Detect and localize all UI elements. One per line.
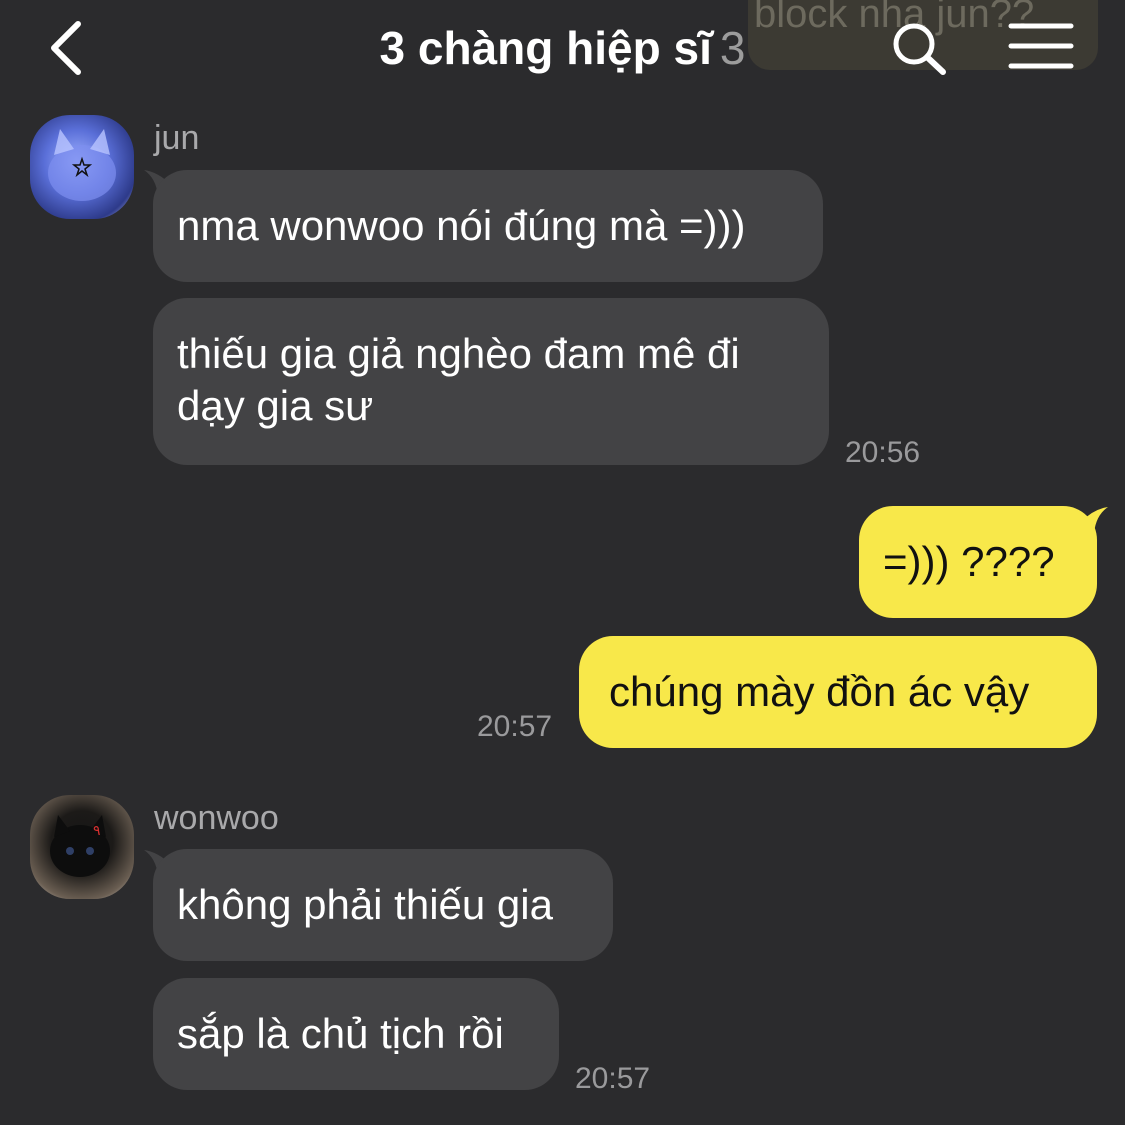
black-cat-avatar-icon: ٩	[50, 815, 110, 877]
message-timestamp: 20:56	[845, 436, 921, 469]
search-icon	[893, 23, 946, 75]
chat-title-text: 3 chàng hiệp sĩ	[379, 22, 712, 74]
back-button[interactable]	[40, 18, 100, 78]
menu-button[interactable]	[1008, 20, 1074, 72]
message-bubble[interactable]: thiếu gia giả nghèo đam mê đi dạy gia sư	[153, 298, 829, 465]
message-bubble[interactable]: =))) ????	[859, 506, 1097, 618]
avatar-jun[interactable]	[30, 115, 134, 219]
chat-header: block nha jun?? 3 chàng hiệp sĩ 3	[0, 0, 1125, 100]
message-bubble[interactable]: sắp là chủ tịch rồi	[153, 978, 559, 1090]
search-button[interactable]	[888, 20, 950, 76]
message-bubble[interactable]: nma wonwoo nói đúng mà =)))	[153, 170, 823, 282]
sender-name-jun: jun	[154, 119, 200, 157]
chat-screen: block nha jun?? 3 chàng hiệp sĩ 3 jun nm…	[0, 0, 1125, 1125]
svg-text:٩: ٩	[93, 823, 101, 839]
sender-name-wonwoo: wonwoo	[154, 799, 279, 837]
chevron-left-icon	[51, 21, 81, 75]
message-timestamp: 20:57	[477, 710, 553, 743]
hamburger-menu-icon	[1008, 23, 1074, 69]
member-count: 3	[719, 22, 746, 74]
cat-avatar-icon	[48, 129, 116, 201]
message-timestamp: 20:57	[575, 1062, 651, 1095]
message-bubble[interactable]: chúng mày đồn ác vậy	[579, 636, 1097, 748]
message-bubble[interactable]: không phải thiếu gia	[153, 849, 613, 961]
avatar-wonwoo[interactable]: ٩	[30, 795, 134, 899]
